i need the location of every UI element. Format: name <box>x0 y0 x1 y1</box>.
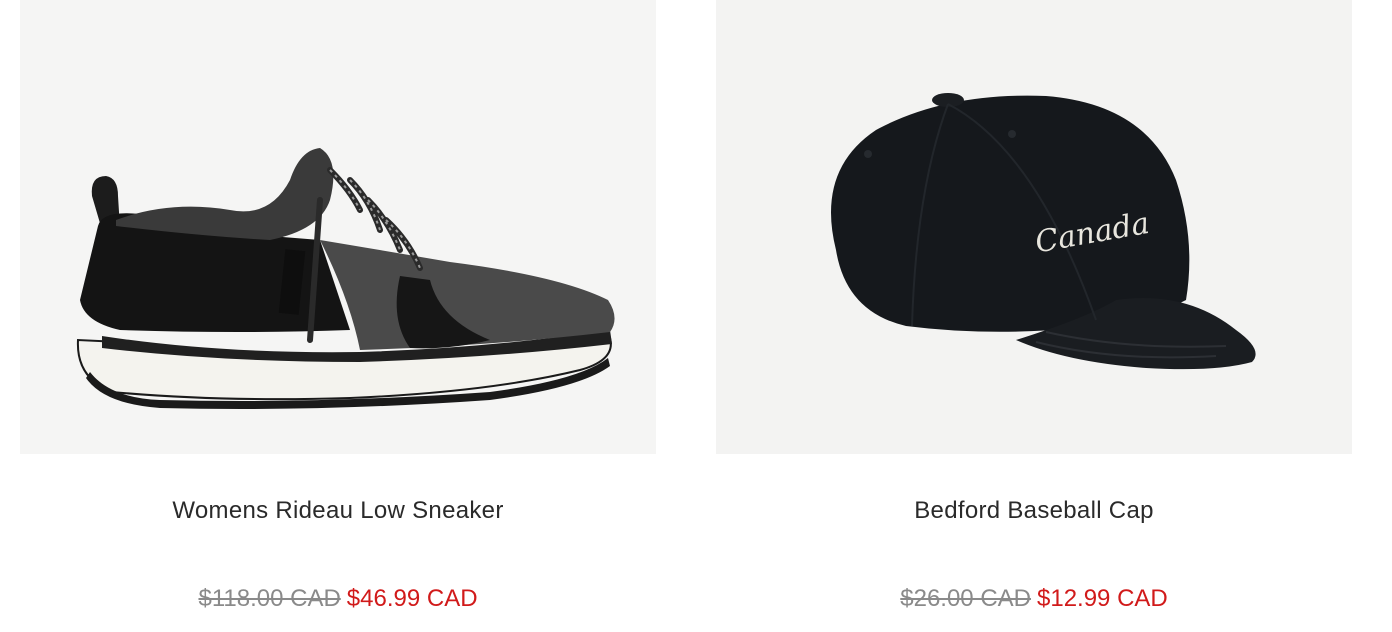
sale-price: $46.99 CAD <box>346 585 478 612</box>
product-image[interactable] <box>20 0 656 454</box>
cap-image: Canada <box>831 93 1256 370</box>
product-title[interactable]: Womens Rideau Low Sneaker <box>20 494 656 528</box>
sale-price: $12.99 CAD <box>1037 585 1168 612</box>
price-row: $26.00 CAD $12.99 CAD <box>716 582 1352 616</box>
original-price: $26.00 CAD <box>900 585 1031 612</box>
sneaker-image <box>76 148 615 409</box>
price-row: $118.00 CAD $46.99 CAD <box>20 582 656 616</box>
product-card-cap[interactable]: Canada Bedford Baseball Cap $26.00 CAD $1… <box>716 0 1352 632</box>
product-grid: Womens Rideau Low Sneaker $118.00 CAD $46… <box>0 0 1392 632</box>
product-title[interactable]: Bedford Baseball Cap <box>716 494 1352 528</box>
product-image[interactable]: Canada <box>716 0 1352 454</box>
original-price: $118.00 CAD <box>198 585 341 612</box>
product-card-sneaker[interactable]: Womens Rideau Low Sneaker $118.00 CAD $46… <box>20 0 656 632</box>
